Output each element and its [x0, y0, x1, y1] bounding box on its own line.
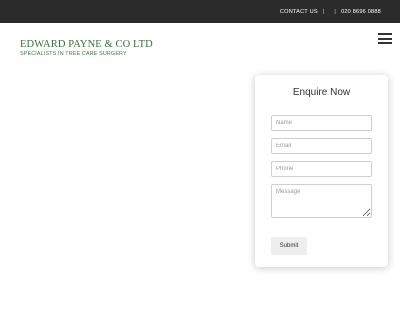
contact-us-link[interactable]: CONTACT US	[280, 9, 318, 15]
hamburger-menu-icon[interactable]	[378, 33, 392, 44]
site-logo[interactable]: EDWARD PAYNE & CO LTD SPECIALISTS IN TRE…	[20, 39, 153, 57]
menu-bar	[378, 42, 392, 44]
company-name: EDWARD PAYNE & CO LTD	[20, 39, 153, 50]
enquiry-form-title: Enquire Now	[292, 87, 351, 98]
message-textarea[interactable]	[271, 184, 372, 218]
name-input[interactable]	[271, 115, 372, 131]
top-bar-separator: |	[322, 8, 325, 15]
menu-bar	[378, 33, 392, 35]
enquiry-form-card: Enquire Now Submit	[255, 75, 388, 267]
company-tagline: SPECIALISTS IN TREE CARE SURGERY	[20, 51, 127, 57]
email-input[interactable]	[271, 138, 372, 154]
phone-input[interactable]	[271, 161, 372, 177]
top-bar-separator: |	[334, 8, 337, 15]
top-bar: CONTACT US | | 020 8696 0888	[0, 0, 400, 23]
submit-button[interactable]: Submit	[271, 237, 307, 255]
menu-bar	[378, 37, 392, 40]
phone-number-link[interactable]: 020 8696 0888	[341, 9, 381, 15]
